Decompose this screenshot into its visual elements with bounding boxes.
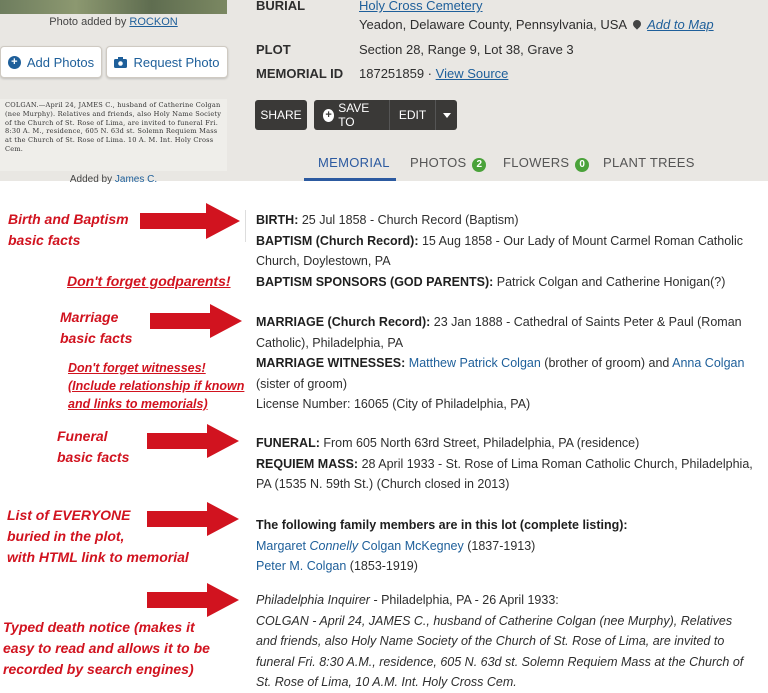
- clipping-caption: Added by James C.: [69, 174, 158, 185]
- view-source-link[interactable]: View Source: [436, 66, 509, 81]
- tab-flowers[interactable]: FLOWERS 0: [503, 155, 590, 172]
- plus-icon: +: [323, 108, 335, 122]
- photo-caption: Photo added by ROCKON: [49, 16, 178, 28]
- bio-lot-section: The following family members are in this…: [256, 515, 756, 577]
- clipping-contributor-link[interactable]: James C.: [115, 174, 157, 185]
- memorial-header: Photo added by ROCKON + Add Photos Reque…: [0, 0, 768, 185]
- divider: [245, 210, 246, 242]
- family-member-link[interactable]: Margaret Connelly Colgan McKegney: [256, 539, 464, 553]
- caret-down-icon: [442, 112, 451, 118]
- plus-icon: +: [7, 55, 21, 69]
- obituary-clipping[interactable]: COLGAN.—April 24, JAMES C., husband of C…: [0, 99, 227, 171]
- share-button[interactable]: SHARE: [255, 100, 307, 130]
- arrow-icon: [150, 304, 242, 338]
- memorial-id: 187251859 · View Source: [359, 66, 509, 81]
- add-photos-button[interactable]: + Add Photos: [0, 46, 102, 78]
- bio-funeral-section: FUNERAL: From 605 North 63rd Street, Phi…: [256, 436, 753, 491]
- more-actions-button[interactable]: [436, 100, 457, 130]
- burial-location: Yeadon, Delaware County, Pennsylvania, U…: [359, 17, 714, 32]
- tab-photos[interactable]: PHOTOS 2: [410, 155, 487, 172]
- camera-icon: [114, 56, 128, 68]
- annotation-witnesses: Don't forget witnesses! (Include relatio…: [68, 361, 245, 411]
- witness-memorial-link[interactable]: Anna Colgan: [672, 356, 744, 370]
- flowers-count-badge: 0: [575, 158, 590, 172]
- save-edit-button-group: + SAVE TO EDIT: [314, 100, 457, 130]
- memorial-id-label: MEMORIAL ID: [256, 66, 344, 81]
- plot-value: Section 28, Range 9, Lot 38, Grave 3: [359, 42, 574, 57]
- annotation-marriage: Marriage basic facts: [60, 309, 133, 346]
- map-pin-icon: [631, 18, 643, 30]
- family-member-link[interactable]: Peter M. Colgan: [256, 559, 346, 573]
- arrow-icon: [147, 583, 239, 617]
- annotation-funeral: Funeral basic facts: [57, 428, 130, 465]
- plot-label: PLOT: [256, 42, 291, 57]
- active-tab-indicator: [304, 178, 396, 181]
- annotation-birth: Birth and Baptism basic facts: [8, 211, 129, 248]
- list-item: Margaret Connelly Colgan McKegney (1837-…: [256, 538, 536, 553]
- annotation-typed-notice: Typed death notice (makes it easy to rea…: [3, 619, 210, 677]
- list-item: Peter M. Colgan (1853-1919): [256, 559, 418, 573]
- bio-marriage-section: MARRIAGE (Church Record): 23 Jan 1888 - …: [256, 315, 745, 411]
- arrow-icon: [147, 424, 239, 458]
- annotation-godparents: Don't forget godparents!: [67, 273, 231, 289]
- photos-count-badge: 2: [472, 158, 487, 172]
- bio-birth-section: BIRTH: 25 Jul 1858 - Church Record (Bapt…: [256, 213, 743, 289]
- arrow-icon: [147, 502, 239, 536]
- arrow-icon: [140, 203, 240, 239]
- tab-plant-trees[interactable]: PLANT TREES: [603, 155, 695, 170]
- photo-contributor-link[interactable]: ROCKON: [129, 16, 177, 28]
- add-to-map-link[interactable]: Add to Map: [647, 17, 714, 32]
- bio-death-notice: Philadelphia Inquirer - Philadelphia, PA…: [256, 593, 744, 689]
- burial-label: BURIAL: [256, 0, 306, 13]
- memorial-photo[interactable]: [0, 0, 227, 14]
- request-photo-button[interactable]: Request Photo: [106, 46, 228, 78]
- tab-memorial[interactable]: MEMORIAL: [318, 155, 390, 170]
- cemetery-link[interactable]: Holy Cross Cemetery: [359, 0, 483, 13]
- edit-button[interactable]: EDIT: [390, 100, 437, 130]
- save-to-button[interactable]: + SAVE TO: [314, 100, 390, 130]
- witness-memorial-link[interactable]: Matthew Patrick Colgan: [409, 356, 541, 370]
